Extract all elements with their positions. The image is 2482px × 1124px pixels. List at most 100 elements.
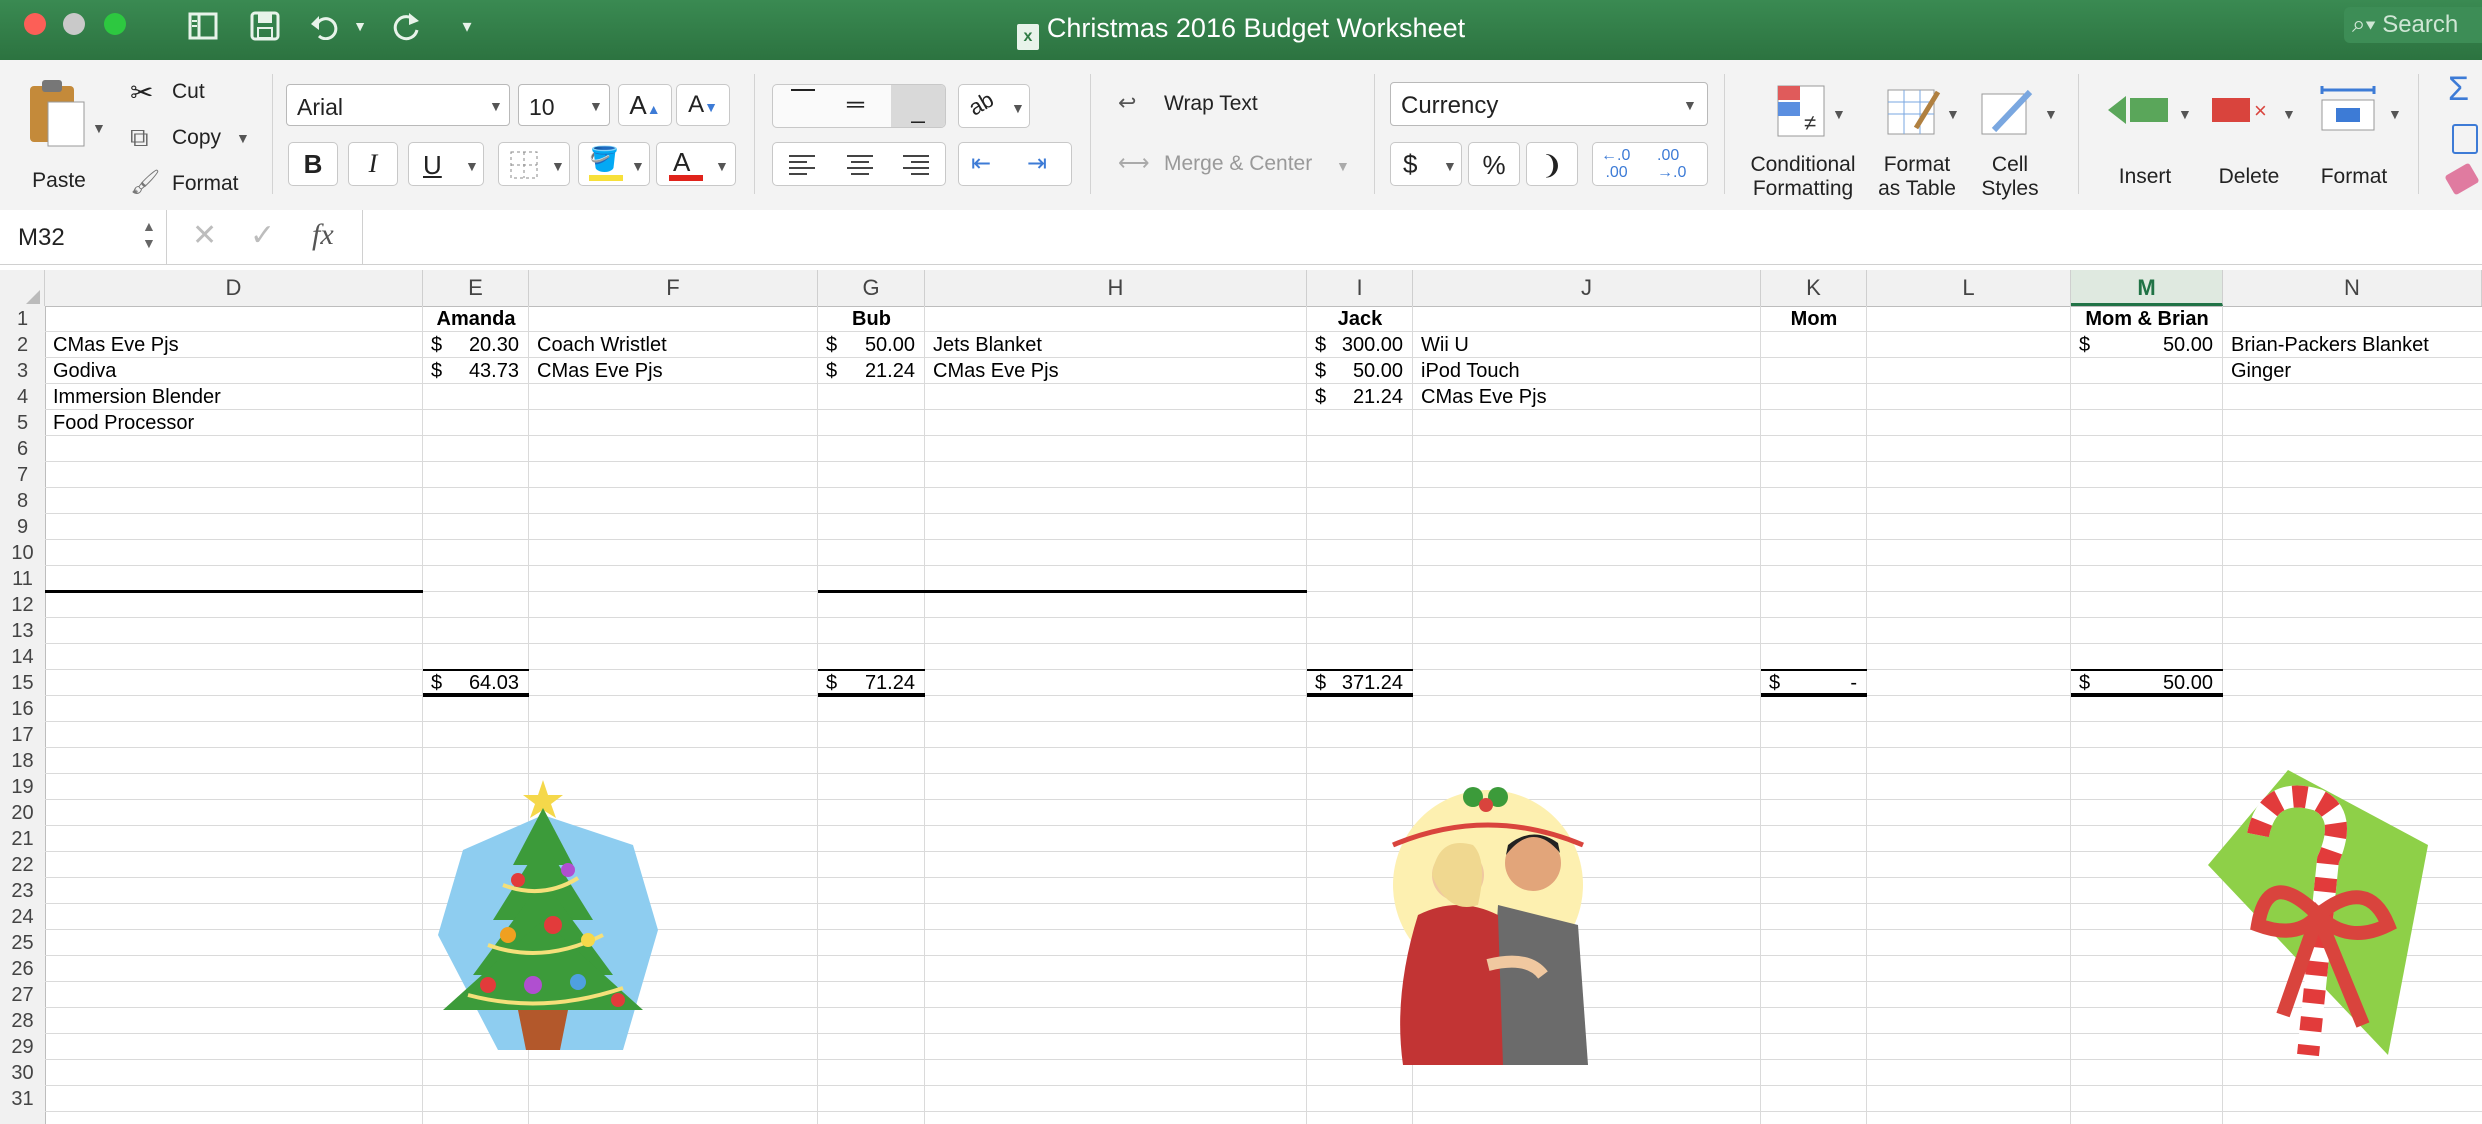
row-header-20[interactable]: 20 bbox=[0, 800, 45, 826]
row-header-15[interactable]: 15 bbox=[0, 670, 45, 696]
format-painter-button[interactable]: 🖌 Format bbox=[130, 168, 239, 198]
row-header-26[interactable]: 26 bbox=[0, 956, 45, 982]
formula-input[interactable] bbox=[362, 210, 2482, 264]
amanda-amount-cell[interactable]: $43.73 bbox=[423, 358, 529, 384]
row-header-1[interactable]: 1 bbox=[0, 306, 45, 332]
close-window-button[interactable] bbox=[24, 13, 46, 35]
wrap-text-button[interactable]: ↩ Wrap Text bbox=[1118, 90, 1278, 124]
row-header-30[interactable]: 30 bbox=[0, 1060, 45, 1086]
format-cells-button[interactable]: ▼ Format bbox=[2306, 84, 2402, 202]
font-name-select[interactable]: Arial ▼ bbox=[286, 84, 510, 126]
underline-button[interactable]: U ▼ bbox=[408, 142, 484, 186]
minimize-window-button[interactable] bbox=[63, 13, 85, 35]
couple-mistletoe-clipart[interactable] bbox=[1378, 765, 1618, 1075]
column-header-g[interactable]: G bbox=[818, 270, 925, 306]
copy-button[interactable]: ⧉ Copy ▼ bbox=[130, 122, 260, 152]
cancel-icon[interactable]: ✕ bbox=[192, 218, 217, 253]
undo-dropdown-icon[interactable]: ▼ bbox=[350, 8, 370, 44]
accounting-format-button[interactable]: $ ▼ bbox=[1390, 142, 1462, 186]
cut-button[interactable]: ✂ Cut bbox=[130, 76, 205, 108]
align-center-icon[interactable] bbox=[845, 153, 875, 177]
cell-styles-button[interactable]: ▼ Cell Styles bbox=[1970, 84, 2060, 202]
column-header-n[interactable]: N bbox=[2223, 270, 2482, 306]
column-header-m[interactable]: M bbox=[2071, 270, 2223, 306]
search-field[interactable]: ⌕▾ Search bbox=[2344, 7, 2482, 43]
row-header-19[interactable]: 19 bbox=[0, 774, 45, 800]
row-header-17[interactable]: 17 bbox=[0, 722, 45, 748]
row-header-9[interactable]: 9 bbox=[0, 514, 45, 540]
comma-style-button[interactable]: ❩ bbox=[1526, 142, 1578, 186]
item-cell[interactable]: Immersion Blender bbox=[53, 384, 419, 410]
decrease-font-size-button[interactable]: A▼ bbox=[676, 84, 730, 126]
row-header-2[interactable]: 2 bbox=[0, 332, 45, 358]
amanda-item-cell[interactable]: Coach Wristlet bbox=[537, 332, 814, 358]
font-color-button[interactable]: A ▼ bbox=[656, 142, 736, 186]
name-box[interactable]: M32 ▲ ▼ bbox=[0, 210, 167, 264]
name-box-stepper-icon[interactable]: ▲ ▼ bbox=[142, 218, 156, 252]
row-header-16[interactable]: 16 bbox=[0, 696, 45, 722]
bub-amount-cell[interactable]: $21.24 bbox=[818, 358, 925, 384]
paste-dropdown-icon[interactable]: ▼ bbox=[92, 120, 106, 136]
increase-decimal-icon[interactable]: ←.0 .00 bbox=[1601, 147, 1630, 181]
bold-button[interactable]: B bbox=[288, 142, 338, 186]
borders-button[interactable]: ▼ bbox=[498, 142, 570, 186]
confirm-icon[interactable]: ✓ bbox=[250, 218, 275, 253]
sidebar-toggle-icon[interactable] bbox=[183, 8, 223, 44]
row-header-11[interactable]: 11 bbox=[0, 566, 45, 592]
font-size-select[interactable]: 10 ▼ bbox=[518, 84, 610, 126]
bub-item-cell[interactable]: CMas Eve Pjs bbox=[933, 358, 1303, 384]
redo-icon[interactable] bbox=[387, 8, 427, 44]
row-header-7[interactable]: 7 bbox=[0, 462, 45, 488]
italic-button[interactable]: I bbox=[348, 142, 398, 186]
decrease-decimal-icon[interactable]: .00 →.0 bbox=[1657, 147, 1686, 181]
header-amanda[interactable]: Amanda bbox=[423, 306, 529, 332]
jack-amount-cell[interactable]: $21.24 bbox=[1307, 384, 1413, 410]
column-header-d[interactable]: D bbox=[45, 270, 423, 306]
format-as-table-button[interactable]: ▼ Format as Table bbox=[1872, 84, 1962, 202]
row-header-28[interactable]: 28 bbox=[0, 1008, 45, 1034]
row-header-10[interactable]: 10 bbox=[0, 540, 45, 566]
row-header-3[interactable]: 3 bbox=[0, 358, 45, 384]
column-header-k[interactable]: K bbox=[1761, 270, 1867, 306]
align-top-button[interactable]: ⎺ ═ _ bbox=[772, 84, 946, 128]
save-icon[interactable] bbox=[245, 8, 285, 44]
column-header-l[interactable]: L bbox=[1867, 270, 2071, 306]
row-header-22[interactable]: 22 bbox=[0, 852, 45, 878]
function-icon[interactable]: fx bbox=[312, 218, 334, 252]
orientation-button[interactable]: ab ▼ bbox=[958, 84, 1030, 128]
jack-amount-cell[interactable]: $300.00 bbox=[1307, 332, 1413, 358]
align-left-button[interactable] bbox=[772, 142, 946, 186]
conditional-formatting-button[interactable]: ≠ ▼ Conditional Formatting bbox=[1740, 84, 1866, 202]
paste-button[interactable]: ▼ Paste bbox=[14, 76, 106, 206]
delete-cells-button[interactable]: × ▼ Delete bbox=[2204, 84, 2300, 202]
column-header-h[interactable]: H bbox=[925, 270, 1307, 306]
align-bottom-icon[interactable]: _ bbox=[891, 85, 945, 127]
item-cell[interactable]: Godiva bbox=[53, 358, 419, 384]
jack-amount-cell[interactable]: $50.00 bbox=[1307, 358, 1413, 384]
row-header-4[interactable]: 4 bbox=[0, 384, 45, 410]
fill-down-icon[interactable] bbox=[2452, 124, 2478, 154]
insert-cells-button[interactable]: ▼ Insert bbox=[2100, 84, 2196, 202]
amanda-amount-cell[interactable]: $20.30 bbox=[423, 332, 529, 358]
christmas-tree-clipart[interactable] bbox=[418, 760, 668, 1060]
n-item-cell[interactable]: Brian-Packers Blanket bbox=[2231, 332, 2478, 358]
zoom-window-button[interactable] bbox=[104, 13, 126, 35]
item-cell[interactable]: Food Processor bbox=[53, 410, 419, 436]
percent-style-button[interactable]: % bbox=[1468, 142, 1520, 186]
header-mom[interactable]: Mom bbox=[1761, 306, 1867, 332]
eraser-icon[interactable] bbox=[2444, 162, 2480, 196]
column-header-e[interactable]: E bbox=[423, 270, 529, 306]
jack-item-cell[interactable]: Wii U bbox=[1421, 332, 1757, 358]
customize-toolbar-icon[interactable]: ▾ bbox=[452, 8, 482, 44]
column-header-f[interactable]: F bbox=[529, 270, 818, 306]
mom-brian-amount-cell[interactable]: $50.00 bbox=[2071, 332, 2223, 358]
n-item-cell[interactable]: Ginger bbox=[2231, 358, 2478, 384]
header-bub[interactable]: Bub bbox=[818, 306, 925, 332]
column-header-j[interactable]: J bbox=[1413, 270, 1761, 306]
merge-center-button[interactable]: ⟷ Merge & Center ▼ bbox=[1118, 150, 1358, 184]
column-header-i[interactable]: I bbox=[1307, 270, 1413, 306]
amanda-item-cell[interactable]: CMas Eve Pjs bbox=[537, 358, 814, 384]
row-header-24[interactable]: 24 bbox=[0, 904, 45, 930]
row-header-25[interactable]: 25 bbox=[0, 930, 45, 956]
row-header-21[interactable]: 21 bbox=[0, 826, 45, 852]
